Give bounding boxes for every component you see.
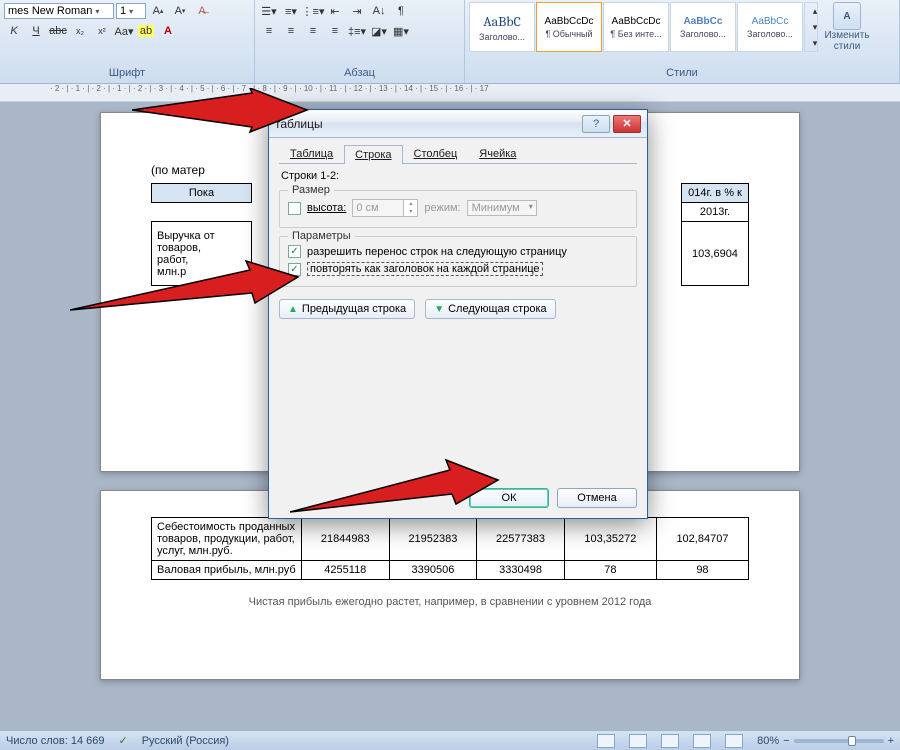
- font-size-combo[interactable]: 1▾: [116, 3, 146, 19]
- height-label: высота:: [307, 202, 346, 214]
- multilevel-button[interactable]: ⋮≡▾: [303, 2, 323, 20]
- table-properties-dialog: таблицы ? ✕ Таблица Строка Столбец Ячейк…: [268, 109, 648, 519]
- strike-button[interactable]: abc: [48, 22, 68, 40]
- styles-gallery[interactable]: AaBbCЗаголово... AaBbCcDc¶ Обычный AaBbC…: [469, 2, 895, 52]
- style-tile[interactable]: AaBbCЗаголово...: [469, 2, 535, 52]
- ribbon: mes New Roman▾ 1▾ A▴ A▾ A̶ K Ч abc x₂ x²…: [0, 0, 900, 84]
- shrink-font-button[interactable]: A▾: [170, 2, 190, 20]
- font-name-combo[interactable]: mes New Roman▾: [4, 3, 114, 19]
- indent-button[interactable]: ⇥: [347, 2, 367, 20]
- style-tile[interactable]: AaBbCcDc¶ Обычный: [536, 2, 602, 52]
- tab-table[interactable]: Таблица: [279, 144, 344, 163]
- align-center-button[interactable]: ≡: [281, 22, 301, 40]
- repeat-header-checkbox[interactable]: ✓: [288, 263, 301, 276]
- subscript-button[interactable]: x₂: [70, 22, 90, 40]
- table-row: Себестоимость проданных товаров, продукц…: [152, 518, 749, 561]
- grow-font-button[interactable]: A▴: [148, 2, 168, 20]
- size-group: Размер высота: ▴▾ режим: Минимум: [279, 190, 637, 228]
- justify-button[interactable]: ≡: [325, 22, 345, 40]
- superscript-button[interactable]: x²: [92, 22, 112, 40]
- shading-button[interactable]: ◪▾: [369, 22, 389, 40]
- print-layout-view-button[interactable]: [597, 734, 615, 748]
- mode-label: режим:: [424, 202, 460, 214]
- next-row-button[interactable]: ▼Следующая строка: [425, 299, 555, 319]
- numbering-button[interactable]: ≡▾: [281, 2, 301, 20]
- dialog-title: таблицы: [275, 117, 579, 131]
- spellcheck-icon[interactable]: ✓: [118, 734, 127, 747]
- zoom-level[interactable]: 80%: [757, 735, 779, 747]
- dialog-titlebar[interactable]: таблицы ? ✕: [269, 110, 647, 138]
- style-tile[interactable]: AaBbCcDc¶ Без инте...: [603, 2, 669, 52]
- allow-break-label: разрешить перенос строк на следующую стр…: [307, 246, 567, 258]
- ok-button[interactable]: ОК: [469, 488, 549, 508]
- prev-row-button[interactable]: ▲Предыдущая строка: [279, 299, 415, 319]
- tab-cell[interactable]: Ячейка: [468, 144, 527, 163]
- repeat-header-label: повторять как заголовок на каждой страни…: [307, 262, 543, 276]
- help-button[interactable]: ?: [582, 115, 610, 133]
- draft-view-button[interactable]: [725, 734, 743, 748]
- params-group: Параметры ✓ разрешить перенос строк на с…: [279, 236, 637, 287]
- outline-view-button[interactable]: [693, 734, 711, 748]
- bullets-button[interactable]: ☰▾: [259, 2, 279, 20]
- clear-format-button[interactable]: A̶: [192, 2, 212, 20]
- sort-button[interactable]: A↓: [369, 2, 389, 20]
- footer-text: Чистая прибыль ежегодно растет, например…: [151, 596, 749, 608]
- cancel-button[interactable]: Отмена: [557, 488, 637, 508]
- tab-row[interactable]: Строка: [344, 145, 402, 164]
- full-screen-view-button[interactable]: [629, 734, 647, 748]
- style-tile[interactable]: AaBbCcЗаголово...: [737, 2, 803, 52]
- dialog-tabs: Таблица Строка Столбец Ячейка: [279, 144, 637, 164]
- underline-button[interactable]: Ч: [26, 22, 46, 40]
- tab-column[interactable]: Столбец: [403, 144, 469, 163]
- borders-button[interactable]: ▦▾: [391, 22, 411, 40]
- styles-group-label: Стили: [469, 65, 895, 81]
- paragraph-group-label: Абзац: [259, 65, 460, 81]
- zoom-slider[interactable]: [794, 739, 884, 743]
- horizontal-ruler[interactable]: · 2 · | · 1 · | · 2 · | · 1 · | · 2 · | …: [0, 84, 900, 102]
- allow-break-checkbox[interactable]: ✓: [288, 245, 301, 258]
- change-styles-button[interactable]: A Изменить стили: [819, 2, 875, 52]
- web-layout-view-button[interactable]: [661, 734, 679, 748]
- outdent-button[interactable]: ⇤: [325, 2, 345, 20]
- table-row: Валовая прибыль, млн.руб 425511833905063…: [152, 561, 749, 580]
- show-marks-button[interactable]: ¶: [391, 2, 411, 20]
- font-color-button[interactable]: A: [158, 22, 178, 40]
- highlight-button[interactable]: ab: [136, 22, 156, 40]
- mode-combo[interactable]: Минимум: [467, 200, 537, 216]
- line-spacing-button[interactable]: ‡≡▾: [347, 22, 367, 40]
- align-right-button[interactable]: ≡: [303, 22, 323, 40]
- zoom-out-button[interactable]: −: [783, 735, 789, 747]
- font-group-label: Шрифт: [4, 65, 250, 81]
- language-indicator[interactable]: Русский (Россия): [142, 735, 229, 747]
- change-case-button[interactable]: Aa▾: [114, 22, 134, 40]
- align-left-button[interactable]: ≡: [259, 22, 279, 40]
- status-bar: Число слов: 14 669 ✓ Русский (Россия) 80…: [0, 730, 900, 750]
- doc-table-2: Себестоимость проданных товаров, продукц…: [151, 517, 749, 580]
- style-tile[interactable]: AaBbCcЗаголово...: [670, 2, 736, 52]
- height-checkbox[interactable]: [288, 202, 301, 215]
- close-button[interactable]: ✕: [613, 115, 641, 133]
- word-count[interactable]: Число слов: 14 669: [6, 735, 104, 747]
- rows-label: Строки 1-2:: [281, 170, 637, 182]
- height-spinner[interactable]: ▴▾: [352, 199, 418, 217]
- zoom-in-button[interactable]: +: [888, 735, 894, 747]
- change-styles-icon: A: [833, 2, 861, 30]
- italic-button[interactable]: K: [4, 22, 24, 40]
